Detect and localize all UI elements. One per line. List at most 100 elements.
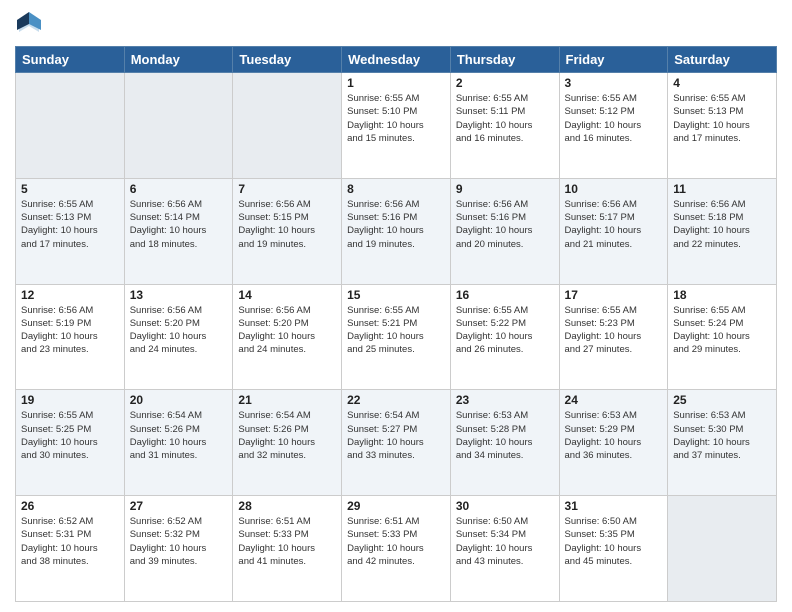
calendar-cell: 25 Sunrise: 6:53 AM Sunset: 5:30 PM Dayli…	[668, 390, 777, 496]
day-number: 17	[565, 288, 663, 302]
calendar-cell: 6 Sunrise: 6:56 AM Sunset: 5:14 PM Daylig…	[124, 178, 233, 284]
day-info: Sunrise: 6:56 AM Sunset: 5:15 PM Dayligh…	[238, 198, 336, 251]
day-number: 1	[347, 76, 445, 90]
calendar-cell	[233, 73, 342, 179]
day-info: Sunrise: 6:55 AM Sunset: 5:12 PM Dayligh…	[565, 92, 663, 145]
calendar-cell: 7 Sunrise: 6:56 AM Sunset: 5:15 PM Daylig…	[233, 178, 342, 284]
calendar-cell: 12 Sunrise: 6:56 AM Sunset: 5:19 PM Dayli…	[16, 284, 125, 390]
weekday-header-cell: Wednesday	[342, 47, 451, 73]
day-info: Sunrise: 6:53 AM Sunset: 5:28 PM Dayligh…	[456, 409, 554, 462]
day-number: 8	[347, 182, 445, 196]
day-number: 11	[673, 182, 771, 196]
day-info: Sunrise: 6:55 AM Sunset: 5:11 PM Dayligh…	[456, 92, 554, 145]
day-number: 13	[130, 288, 228, 302]
calendar-cell: 27 Sunrise: 6:52 AM Sunset: 5:32 PM Dayli…	[124, 496, 233, 602]
day-info: Sunrise: 6:55 AM Sunset: 5:13 PM Dayligh…	[673, 92, 771, 145]
calendar-week-row: 26 Sunrise: 6:52 AM Sunset: 5:31 PM Dayli…	[16, 496, 777, 602]
calendar-cell: 18Sunrise: 6:55 AM Sunset: 5:24 PM Dayli…	[668, 284, 777, 390]
day-number: 30	[456, 499, 554, 513]
day-number: 2	[456, 76, 554, 90]
day-info: Sunrise: 6:56 AM Sunset: 5:14 PM Dayligh…	[130, 198, 228, 251]
calendar-cell: 1 Sunrise: 6:55 AM Sunset: 5:10 PM Daylig…	[342, 73, 451, 179]
logo	[15, 10, 45, 38]
day-info: Sunrise: 6:52 AM Sunset: 5:31 PM Dayligh…	[21, 515, 119, 568]
day-info: Sunrise: 6:56 AM Sunset: 5:20 PM Dayligh…	[130, 304, 228, 357]
calendar-week-row: 1 Sunrise: 6:55 AM Sunset: 5:10 PM Daylig…	[16, 73, 777, 179]
day-number: 24	[565, 393, 663, 407]
calendar-cell: 19 Sunrise: 6:55 AM Sunset: 5:25 PM Dayli…	[16, 390, 125, 496]
calendar-cell	[16, 73, 125, 179]
calendar-cell: 23 Sunrise: 6:53 AM Sunset: 5:28 PM Dayli…	[450, 390, 559, 496]
day-number: 10	[565, 182, 663, 196]
day-number: 20	[130, 393, 228, 407]
day-number: 22	[347, 393, 445, 407]
weekday-header-row: SundayMondayTuesdayWednesdayThursdayFrid…	[16, 47, 777, 73]
day-info: Sunrise: 6:52 AM Sunset: 5:32 PM Dayligh…	[130, 515, 228, 568]
calendar-cell: 26 Sunrise: 6:52 AM Sunset: 5:31 PM Dayli…	[16, 496, 125, 602]
calendar-cell: 28 Sunrise: 6:51 AM Sunset: 5:33 PM Dayli…	[233, 496, 342, 602]
calendar-cell: 5 Sunrise: 6:55 AM Sunset: 5:13 PM Daylig…	[16, 178, 125, 284]
calendar-week-row: 12 Sunrise: 6:56 AM Sunset: 5:19 PM Dayli…	[16, 284, 777, 390]
day-number: 26	[21, 499, 119, 513]
day-info: Sunrise: 6:55 AM Sunset: 5:23 PM Dayligh…	[565, 304, 663, 357]
day-number: 18	[673, 288, 771, 302]
day-number: 6	[130, 182, 228, 196]
weekday-header-cell: Sunday	[16, 47, 125, 73]
day-info: Sunrise: 6:54 AM Sunset: 5:26 PM Dayligh…	[130, 409, 228, 462]
calendar-cell: 30Sunrise: 6:50 AM Sunset: 5:34 PM Dayli…	[450, 496, 559, 602]
calendar-cell: 9Sunrise: 6:56 AM Sunset: 5:16 PM Daylig…	[450, 178, 559, 284]
calendar-cell: 13 Sunrise: 6:56 AM Sunset: 5:20 PM Dayli…	[124, 284, 233, 390]
day-number: 12	[21, 288, 119, 302]
day-info: Sunrise: 6:56 AM Sunset: 5:16 PM Dayligh…	[456, 198, 554, 251]
day-info: Sunrise: 6:56 AM Sunset: 5:18 PM Dayligh…	[673, 198, 771, 251]
calendar-week-row: 5 Sunrise: 6:55 AM Sunset: 5:13 PM Daylig…	[16, 178, 777, 284]
day-number: 23	[456, 393, 554, 407]
calendar-cell: 31 Sunrise: 6:50 AM Sunset: 5:35 PM Dayli…	[559, 496, 668, 602]
calendar-cell: 29 Sunrise: 6:51 AM Sunset: 5:33 PM Dayli…	[342, 496, 451, 602]
calendar-cell: 10 Sunrise: 6:56 AM Sunset: 5:17 PM Dayli…	[559, 178, 668, 284]
calendar-cell: 17 Sunrise: 6:55 AM Sunset: 5:23 PM Dayli…	[559, 284, 668, 390]
day-number: 16	[456, 288, 554, 302]
day-info: Sunrise: 6:56 AM Sunset: 5:20 PM Dayligh…	[238, 304, 336, 357]
calendar-table: SundayMondayTuesdayWednesdayThursdayFrid…	[15, 46, 777, 602]
day-number: 25	[673, 393, 771, 407]
day-info: Sunrise: 6:55 AM Sunset: 5:25 PM Dayligh…	[21, 409, 119, 462]
day-info: Sunrise: 6:53 AM Sunset: 5:30 PM Dayligh…	[673, 409, 771, 462]
day-number: 19	[21, 393, 119, 407]
day-number: 28	[238, 499, 336, 513]
day-info: Sunrise: 6:56 AM Sunset: 5:17 PM Dayligh…	[565, 198, 663, 251]
day-number: 29	[347, 499, 445, 513]
calendar-cell: 24 Sunrise: 6:53 AM Sunset: 5:29 PM Dayli…	[559, 390, 668, 496]
calendar-cell	[668, 496, 777, 602]
day-number: 5	[21, 182, 119, 196]
calendar-cell: 21 Sunrise: 6:54 AM Sunset: 5:26 PM Dayli…	[233, 390, 342, 496]
day-info: Sunrise: 6:50 AM Sunset: 5:35 PM Dayligh…	[565, 515, 663, 568]
day-info: Sunrise: 6:55 AM Sunset: 5:13 PM Dayligh…	[21, 198, 119, 251]
calendar-cell: 3Sunrise: 6:55 AM Sunset: 5:12 PM Daylig…	[559, 73, 668, 179]
day-info: Sunrise: 6:51 AM Sunset: 5:33 PM Dayligh…	[238, 515, 336, 568]
weekday-header-cell: Saturday	[668, 47, 777, 73]
day-info: Sunrise: 6:51 AM Sunset: 5:33 PM Dayligh…	[347, 515, 445, 568]
day-number: 7	[238, 182, 336, 196]
weekday-header-cell: Friday	[559, 47, 668, 73]
day-info: Sunrise: 6:55 AM Sunset: 5:21 PM Dayligh…	[347, 304, 445, 357]
calendar-week-row: 19 Sunrise: 6:55 AM Sunset: 5:25 PM Dayli…	[16, 390, 777, 496]
day-info: Sunrise: 6:54 AM Sunset: 5:27 PM Dayligh…	[347, 409, 445, 462]
calendar-cell: 22 Sunrise: 6:54 AM Sunset: 5:27 PM Dayli…	[342, 390, 451, 496]
page: SundayMondayTuesdayWednesdayThursdayFrid…	[0, 0, 792, 612]
day-number: 31	[565, 499, 663, 513]
header	[15, 10, 777, 38]
calendar-cell: 20 Sunrise: 6:54 AM Sunset: 5:26 PM Dayli…	[124, 390, 233, 496]
calendar-cell: 15Sunrise: 6:55 AM Sunset: 5:21 PM Dayli…	[342, 284, 451, 390]
day-info: Sunrise: 6:56 AM Sunset: 5:19 PM Dayligh…	[21, 304, 119, 357]
day-info: Sunrise: 6:54 AM Sunset: 5:26 PM Dayligh…	[238, 409, 336, 462]
weekday-header-cell: Monday	[124, 47, 233, 73]
day-number: 27	[130, 499, 228, 513]
day-number: 21	[238, 393, 336, 407]
calendar-cell: 2 Sunrise: 6:55 AM Sunset: 5:11 PM Daylig…	[450, 73, 559, 179]
day-info: Sunrise: 6:53 AM Sunset: 5:29 PM Dayligh…	[565, 409, 663, 462]
day-info: Sunrise: 6:56 AM Sunset: 5:16 PM Dayligh…	[347, 198, 445, 251]
day-number: 14	[238, 288, 336, 302]
day-info: Sunrise: 6:55 AM Sunset: 5:10 PM Dayligh…	[347, 92, 445, 145]
calendar-cell: 4Sunrise: 6:55 AM Sunset: 5:13 PM Daylig…	[668, 73, 777, 179]
